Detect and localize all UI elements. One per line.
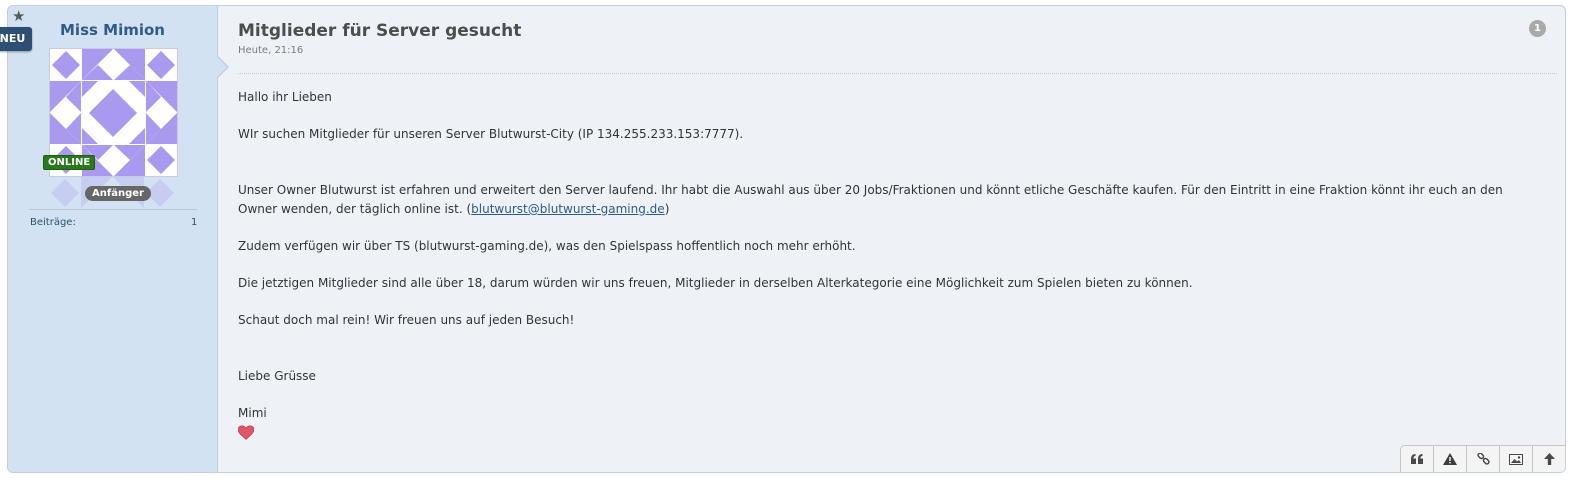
paragraph: Die jetztigen Mitglieder sind alle über … bbox=[238, 276, 1193, 290]
arrow-up-icon bbox=[1543, 453, 1555, 465]
paragraph: WIr suchen Mitglieder für unseren Server… bbox=[238, 127, 744, 141]
quote-icon bbox=[1411, 454, 1423, 464]
sidebar-arrow bbox=[217, 57, 227, 77]
scroll-top-button[interactable] bbox=[1533, 446, 1565, 472]
paragraph: Hallo ihr Lieben bbox=[238, 90, 332, 104]
sidebar-divider bbox=[29, 209, 197, 210]
image-button[interactable] bbox=[1500, 446, 1533, 472]
link-icon bbox=[1476, 452, 1490, 465]
heart-icon bbox=[237, 425, 255, 440]
paragraph: Zudem verfügen wir über TS (blutwurst-ga… bbox=[238, 239, 856, 253]
header-separator bbox=[238, 73, 1557, 74]
paragraph: Unser Owner Blutwurst ist erfahren und e… bbox=[238, 183, 1503, 216]
online-badge: ONLINE bbox=[43, 155, 96, 170]
post-title[interactable]: Mitglieder für Server gesucht bbox=[238, 21, 521, 41]
post-number-badge[interactable]: 1 bbox=[1529, 20, 1546, 37]
message-content: Mitglieder für Server gesucht Heute, 21:… bbox=[237, 6, 1565, 472]
paragraph: Mimi bbox=[238, 406, 267, 420]
author-sidebar: ★ Miss Mimion ONLINE Anfänger Beiträge: … bbox=[8, 6, 218, 472]
paragraph: Liebe Grüsse bbox=[238, 369, 316, 383]
warning-icon bbox=[1443, 453, 1457, 465]
posts-count-label[interactable]: Beiträge: bbox=[30, 217, 76, 228]
post-date[interactable]: Heute, 21:16 bbox=[238, 45, 303, 56]
report-button[interactable] bbox=[1434, 446, 1467, 472]
permalink-button[interactable] bbox=[1467, 446, 1500, 472]
paragraph: Schaut doch mal rein! Wir freuen uns auf… bbox=[238, 313, 575, 327]
message-post: ★ Miss Mimion ONLINE Anfänger Beiträge: … bbox=[7, 5, 1566, 473]
quote-button[interactable] bbox=[1401, 446, 1434, 472]
post-body: Hallo ihr Lieben WIr suchen Mitglieder f… bbox=[237, 88, 1538, 447]
image-icon bbox=[1509, 453, 1523, 465]
user-rank-badge: Anfänger bbox=[85, 186, 151, 201]
post-toolbar bbox=[1400, 445, 1565, 472]
new-badge: NEU bbox=[0, 27, 32, 51]
author-username[interactable]: Miss Mimion bbox=[8, 21, 217, 39]
posts-count-value[interactable]: 1 bbox=[191, 217, 197, 228]
email-link[interactable]: blutwurst@blutwurst-gaming.de bbox=[471, 202, 665, 216]
